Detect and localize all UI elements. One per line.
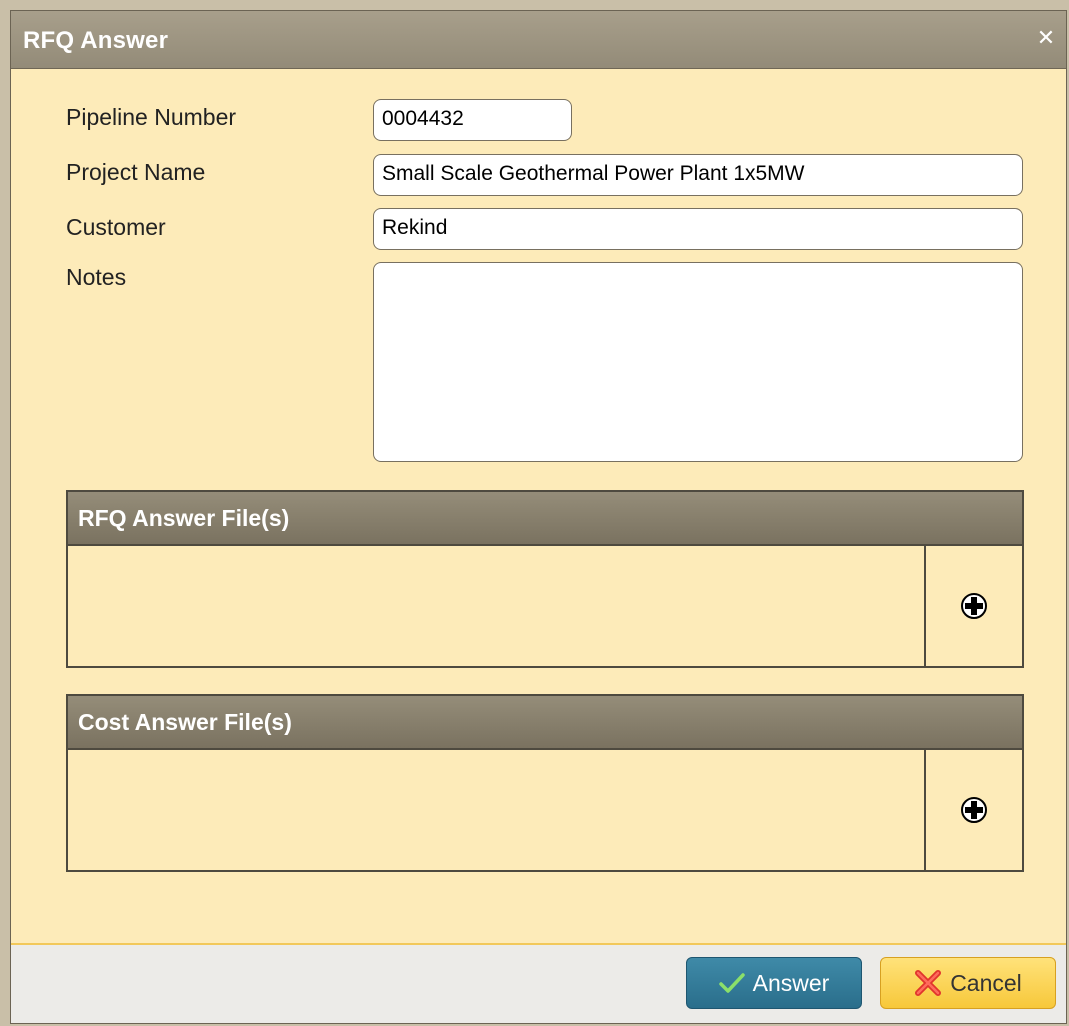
cost-answer-files-title: Cost Answer File(s) (68, 696, 1022, 750)
project-name-field[interactable]: Small Scale Geothermal Power Plant 1x5MW (373, 154, 1023, 196)
rfq-answer-files-list (68, 546, 1022, 666)
checkmark-icon (718, 973, 745, 993)
plus-icon (961, 797, 987, 823)
cost-answer-files-panel: Cost Answer File(s) (66, 694, 1024, 872)
pipeline-number-label: Pipeline Number (66, 104, 237, 130)
x-icon (915, 970, 942, 996)
answer-button[interactable]: Answer (686, 957, 862, 1009)
dialog-titlebar[interactable]: RFQ Answer ✕ (11, 11, 1066, 69)
add-cost-file-button[interactable] (924, 750, 1022, 870)
close-icon[interactable]: ✕ (1034, 25, 1058, 51)
answer-button-label: Answer (752, 969, 830, 996)
notes-label: Notes (66, 264, 127, 290)
dialog-footer: Answer Cancel (11, 943, 1066, 1023)
dialog-title: RFQ Answer (23, 27, 169, 54)
cancel-button-label: Cancel (950, 969, 1022, 996)
notes-textarea[interactable] (373, 262, 1023, 462)
rfq-answer-dialog: RFQ Answer ✕ Pipeline Number 0004432 Pro… (10, 10, 1067, 1024)
project-name-label: Project Name (66, 159, 206, 185)
pipeline-number-field[interactable]: 0004432 (373, 99, 572, 141)
rfq-answer-files-panel: RFQ Answer File(s) (66, 490, 1024, 668)
customer-field[interactable]: Rekind (373, 208, 1023, 250)
add-rfq-file-button[interactable] (924, 546, 1022, 666)
customer-label: Customer (66, 214, 166, 240)
plus-icon (961, 593, 987, 619)
rfq-answer-files-title: RFQ Answer File(s) (68, 492, 1022, 546)
cancel-button[interactable]: Cancel (880, 957, 1056, 1009)
cost-answer-files-list (68, 750, 1022, 870)
